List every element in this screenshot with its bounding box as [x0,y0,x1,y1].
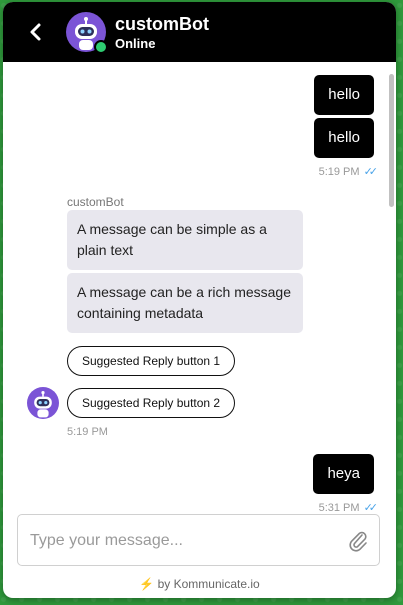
chat-header: customBot Online [3,2,396,62]
message-time: 5:19 PM [67,426,108,438]
read-receipt-icon: ✓✓ [363,166,379,178]
scrollbar-thumb[interactable] [389,74,394,207]
bot-name: customBot [115,14,209,34]
online-status-dot [94,40,108,54]
outgoing-message: heya [313,454,374,494]
bot-avatar [66,12,108,54]
bot-status: Online [115,36,156,51]
powered-by[interactable]: ⚡ by Kommunicate.io [3,577,396,591]
back-button[interactable] [23,18,49,46]
read-receipt-icon: ✓✓ [363,502,379,514]
message-input[interactable] [28,527,342,555]
suggested-reply-button[interactable]: Suggested Reply button 1 [67,346,236,376]
message-meta: 5:31 PM ✓✓ [318,501,379,515]
attach-button[interactable] [347,529,369,553]
suggested-reply-button[interactable]: Suggested Reply button 2 [67,388,236,418]
message-meta: 5:19 PM ✓✓ [318,165,379,179]
sender-label: customBot [67,195,124,209]
chevron-left-icon [30,23,41,41]
message-composer [17,514,380,566]
robot-icon [27,387,59,419]
message-meta: 5:19 PM [67,426,108,438]
incoming-message: A message can be simple as a plain text [67,210,303,270]
chat-widget: customBot Online hello hello 5:19 PM ✓✓ … [3,2,396,598]
outgoing-message: hello [314,75,374,115]
outgoing-message: hello [314,118,374,158]
lightning-icon: ⚡ [139,577,155,591]
message-time: 5:31 PM [318,501,360,514]
incoming-message: A message can be a rich message containi… [67,273,303,333]
paperclip-icon [349,531,367,552]
message-time: 5:19 PM [318,165,360,178]
powered-by-text: by Kommunicate.io [157,577,260,591]
